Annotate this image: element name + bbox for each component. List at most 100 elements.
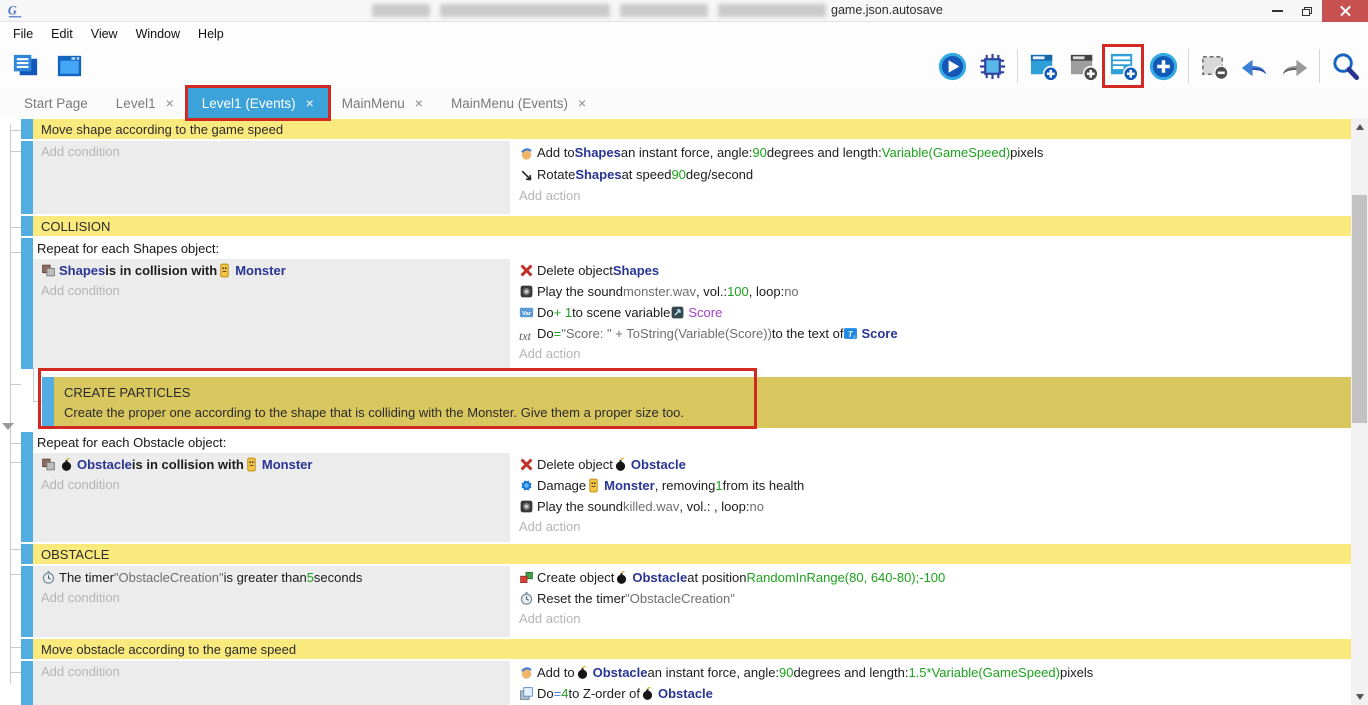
event-select-bar[interactable] [21,544,33,564]
add-event-button[interactable] [1024,46,1062,86]
menu-file[interactable]: File [4,25,42,43]
add-action-placeholder[interactable]: Add action [519,609,1347,629]
add-condition-placeholder[interactable]: Add condition [41,662,506,682]
tab-level1[interactable]: Level1× [102,88,188,118]
force-icon [519,146,534,161]
remove-event-button[interactable] [1195,46,1233,86]
repeat-label[interactable]: Repeat for each Obstacle object: [33,432,1351,453]
add-condition-placeholder[interactable]: Add condition [41,475,506,495]
event-select-bar[interactable] [21,432,33,542]
event-select-bar[interactable] [21,141,33,214]
text-segment: Monster [262,454,313,475]
action-line[interactable]: Play the sound monster.wav, vol.: 100, l… [519,281,1347,302]
undo-button[interactable] [1235,46,1273,86]
start-page-button[interactable] [50,46,88,86]
add-condition-placeholder[interactable]: Add condition [41,281,506,301]
event-select-bar[interactable] [21,661,33,705]
condition-line[interactable]: Obstacle is in collision with Monster [41,454,506,475]
redacted-title-text [372,4,826,17]
tab-level1-events[interactable]: Level1 (Events)× [188,88,328,118]
conditions-cell[interactable]: Obstacle is in collision with MonsterAdd… [33,453,510,542]
tab-close-icon[interactable]: × [306,95,314,111]
text-segment: seconds [314,567,362,588]
conditions-cell[interactable]: Add condition [33,661,510,705]
action-line[interactable]: Add to Obstacle an instant force, angle:… [519,662,1347,683]
vertical-scrollbar[interactable] [1351,118,1368,705]
actions-cell[interactable]: Delete object ShapesPlay the sound monst… [517,259,1351,369]
event-select-bar[interactable] [21,566,33,637]
event-select-bar[interactable] [42,377,54,428]
add-action-placeholder[interactable]: Add action [519,186,1347,206]
fold-arrow-icon[interactable] [2,423,14,430]
conditions-cell[interactable]: Shapes is in collision with MonsterAdd c… [33,259,510,369]
collision-icon [41,263,56,278]
event-select-bar[interactable] [21,119,33,139]
event-select-bar[interactable] [21,639,33,659]
tab-close-icon[interactable]: × [415,95,423,111]
event-select-bar[interactable] [21,216,33,236]
project-manager-button[interactable] [6,46,44,86]
action-line[interactable]: VarDo + 1 to scene variable Score [519,302,1347,323]
tab-close-icon[interactable]: × [166,95,174,111]
tab-label: MainMenu (Events) [451,96,568,111]
tab-start-page[interactable]: Start Page [10,88,102,118]
close-button[interactable] [1322,0,1368,22]
scroll-down-button[interactable] [1351,688,1368,705]
scrollbar-thumb[interactable] [1352,195,1367,423]
text-segment: Shapes [575,142,621,164]
action-line[interactable]: Do = 4 to Z-order of Obstacle [519,683,1347,704]
action-line[interactable]: Create object Obstacle at position Rando… [519,567,1347,588]
search-button[interactable] [1326,46,1364,86]
actions-cell[interactable]: Delete object ObstacleDamage Monster, re… [517,453,1351,542]
tab-mainmenu-events[interactable]: MainMenu (Events) × [437,88,600,118]
play-icon [937,51,968,82]
condition-line[interactable]: The timer "ObstacleCreation" is greater … [41,567,506,588]
actions-cell[interactable]: Add to Obstacle an instant force, angle:… [517,661,1351,705]
text-segment: Delete object [537,260,613,281]
event-comment-create-particles[interactable]: CREATE PARTICLESCreate the proper one ac… [42,377,1351,428]
text-segment: from its health [723,475,805,496]
action-line[interactable]: Reset the timer "ObstacleCreation" [519,588,1347,609]
menu-edit[interactable]: Edit [42,25,82,43]
repeat-label[interactable]: Repeat for each Shapes object: [33,238,1351,259]
restore-button[interactable] [1292,0,1322,22]
add-other-icon [1148,51,1179,82]
action-line[interactable]: Damage Monster, removing 1 from its heal… [519,475,1347,496]
event-comment[interactable]: Move obstacle according to the game spee… [21,639,1351,659]
action-line[interactable]: Play the sound killed.wav, vol.: , loop:… [519,496,1347,517]
event-comment[interactable]: COLLISION [21,216,1351,236]
menu-view[interactable]: View [82,25,127,43]
add-action-placeholder[interactable]: Add action [519,517,1347,537]
action-line[interactable]: txtDo = "Score: " + ToString(Variable(Sc… [519,323,1347,344]
action-line[interactable]: Rotate Shapes at speed 90deg/second [519,164,1347,186]
action-line[interactable]: Add to Shapes an instant force, angle: 9… [519,142,1347,164]
add-condition-placeholder[interactable]: Add condition [41,142,506,162]
text-segment: killed.wav [623,496,679,517]
tab-mainmenu[interactable]: MainMenu× [328,88,437,118]
create-icon [519,570,534,585]
condition-line[interactable]: Shapes is in collision with Monster [41,260,506,281]
event-select-bar[interactable] [21,238,33,369]
add-comment-button[interactable] [1104,46,1142,86]
action-line[interactable]: Delete object Shapes [519,260,1347,281]
redo-button[interactable] [1275,46,1313,86]
scroll-up-button[interactable] [1351,118,1368,135]
event-comment[interactable]: Move shape according to the game speed [21,119,1351,139]
event-comment[interactable]: OBSTACLE [21,544,1351,564]
add-condition-placeholder[interactable]: Add condition [41,588,506,608]
actions-cell[interactable]: Create object Obstacle at position Rando… [517,566,1351,637]
menu-window[interactable]: Window [127,25,189,43]
add-subevent-button[interactable] [1064,46,1102,86]
minimize-button[interactable] [1262,0,1292,22]
tab-close-icon[interactable]: × [578,95,586,111]
conditions-cell[interactable]: The timer "ObstacleCreation" is greater … [33,566,510,637]
add-action-placeholder[interactable]: Add action [519,344,1347,364]
menu-help[interactable]: Help [189,25,233,43]
conditions-cell[interactable]: Add condition [33,141,510,214]
action-line[interactable]: Delete object Obstacle [519,454,1347,475]
debugger-button[interactable] [973,46,1011,86]
text-segment: an instant force, angle: [648,662,780,683]
play-button[interactable] [933,46,971,86]
add-other-button[interactable] [1144,46,1182,86]
actions-cell[interactable]: Add to Shapes an instant force, angle: 9… [517,141,1351,214]
